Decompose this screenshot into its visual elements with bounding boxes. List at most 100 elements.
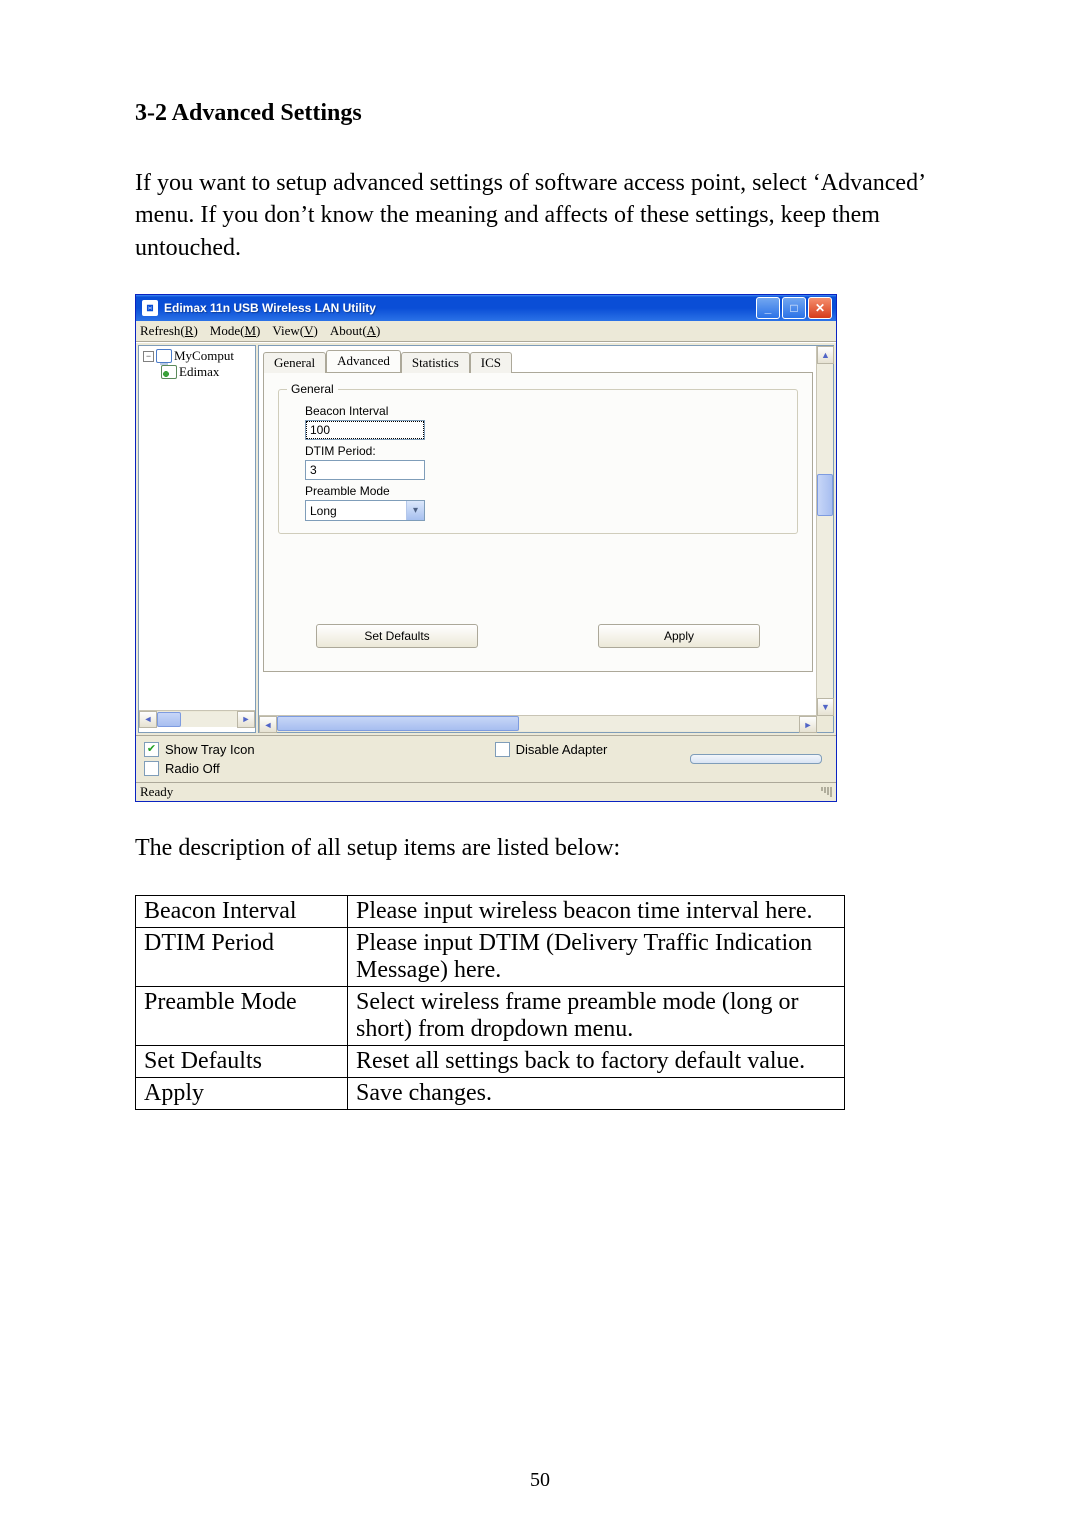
signal-bar <box>690 754 822 764</box>
cell-desc: Select wireless frame preamble mode (lon… <box>348 986 845 1045</box>
bottom-panel: ✔ Show Tray Icon Radio Off Disable Adapt… <box>136 735 836 782</box>
groupbox-general: General Beacon Interval DTIM Period: Pre… <box>278 389 798 534</box>
app-icon: ⧈ <box>142 300 158 316</box>
table-row: Apply Save changes. <box>136 1077 845 1109</box>
scrollbar-corner <box>817 716 833 732</box>
maximize-button[interactable]: □ <box>782 297 806 319</box>
tree-root-label: MyComput <box>174 348 234 364</box>
cell-name: DTIM Period <box>136 927 348 986</box>
tree-child-label: Edimax <box>179 364 219 380</box>
tree-h-scrollbar[interactable]: ◄ ► <box>139 710 255 727</box>
radio-off-checkbox[interactable]: Radio Off <box>144 761 255 776</box>
cell-desc: Please input wireless beacon time interv… <box>348 895 845 927</box>
disable-adapter-label: Disable Adapter <box>516 742 608 757</box>
menu-refresh[interactable]: Refresh(R) <box>140 323 198 339</box>
status-text: Ready <box>140 784 173 800</box>
page-number: 50 <box>0 1469 1080 1492</box>
resize-grip-icon[interactable] <box>821 787 832 797</box>
table-row: Beacon Interval Please input wireless be… <box>136 895 845 927</box>
checkbox-unchecked-icon <box>495 742 510 757</box>
adapter-icon <box>161 365 177 379</box>
tab-ics[interactable]: ICS <box>470 352 512 373</box>
content-vscroll-thumb[interactable] <box>817 474 833 516</box>
show-tray-checkbox[interactable]: ✔ Show Tray Icon <box>144 742 255 757</box>
menu-about[interactable]: About(A) <box>330 323 381 339</box>
window-title: Edimax 11n USB Wireless LAN Utility <box>164 301 756 315</box>
scroll-left-icon[interactable]: ◄ <box>139 711 157 728</box>
tab-area: General Advanced Statistics ICS General … <box>259 346 833 732</box>
tree-collapse-icon[interactable]: − <box>143 351 154 362</box>
dtim-label: DTIM Period: <box>305 444 785 458</box>
minimize-icon: _ <box>765 301 772 315</box>
scroll-down-icon[interactable]: ▼ <box>817 698 834 716</box>
tree-pane: − MyComput Edimax ◄ <box>138 345 256 733</box>
dtim-period-input[interactable] <box>305 460 425 480</box>
button-row: Set Defaults Apply <box>278 624 798 648</box>
content-vscroll-track[interactable] <box>817 364 833 698</box>
table-row: DTIM Period Please input DTIM (Delivery … <box>136 927 845 986</box>
tab-body: General Beacon Interval DTIM Period: Pre… <box>263 372 813 672</box>
tree-root-row[interactable]: − MyComput <box>143 348 253 364</box>
section-heading: 3-2 Advanced Settings <box>135 100 945 127</box>
show-tray-label: Show Tray Icon <box>165 742 255 757</box>
tab-strip: General Advanced Statistics ICS <box>263 350 813 372</box>
menu-bar: Refresh(R) Mode(M) View(V) About(A) <box>136 321 836 342</box>
table-row: Set Defaults Reset all settings back to … <box>136 1045 845 1077</box>
disable-adapter-checkbox[interactable]: Disable Adapter <box>495 742 608 757</box>
title-bar[interactable]: ⧈ Edimax 11n USB Wireless LAN Utility _ … <box>136 295 836 321</box>
maximize-icon: □ <box>790 301 797 315</box>
tree-children: Edimax <box>143 364 253 380</box>
status-bar: Ready <box>136 782 836 801</box>
right-check-column: Disable Adapter <box>495 742 608 757</box>
apply-button[interactable]: Apply <box>598 624 760 648</box>
cell-desc: Save changes. <box>348 1077 845 1109</box>
post-paragraph: The description of all setup items are l… <box>135 832 945 864</box>
cell-name: Beacon Interval <box>136 895 348 927</box>
intro-paragraph: If you want to setup advanced settings o… <box>135 167 945 264</box>
content-scroll-left-icon[interactable]: ◄ <box>259 716 277 733</box>
scroll-right-icon[interactable]: ► <box>237 711 255 728</box>
menu-view[interactable]: View(V) <box>272 323 317 339</box>
table-row: Preamble Mode Select wireless frame prea… <box>136 986 845 1045</box>
titlebar-buttons: _ □ ✕ <box>756 297 832 319</box>
tab-general[interactable]: General <box>263 352 326 373</box>
tree-scroll-thumb[interactable] <box>157 712 181 727</box>
cell-name: Apply <box>136 1077 348 1109</box>
cell-name: Set Defaults <box>136 1045 348 1077</box>
client-area: − MyComput Edimax ◄ <box>136 342 836 735</box>
preamble-label: Preamble Mode <box>305 484 785 498</box>
menu-mode[interactable]: Mode(M) <box>210 323 261 339</box>
set-defaults-button[interactable]: Set Defaults <box>316 624 478 648</box>
minimize-button[interactable]: _ <box>756 297 780 319</box>
checkbox-checked-icon: ✔ <box>144 742 159 757</box>
content-h-scrollbar[interactable]: ◄ ► <box>259 715 817 732</box>
content-v-scrollbar[interactable]: ▲ ▼ <box>816 346 833 716</box>
document-page: 3-2 Advanced Settings If you want to set… <box>0 0 1080 1527</box>
close-button[interactable]: ✕ <box>808 297 832 319</box>
description-table: Beacon Interval Please input wireless be… <box>135 895 845 1110</box>
app-window: ⧈ Edimax 11n USB Wireless LAN Utility _ … <box>135 294 837 802</box>
beacon-label: Beacon Interval <box>305 404 785 418</box>
tree-inner: − MyComput Edimax <box>139 346 255 710</box>
tree-scroll-track[interactable] <box>157 712 237 727</box>
close-icon: ✕ <box>815 301 825 315</box>
cell-name: Preamble Mode <box>136 986 348 1045</box>
preamble-mode-value: Long <box>306 504 341 518</box>
scroll-up-icon[interactable]: ▲ <box>817 346 834 364</box>
cell-desc: Please input DTIM (Delivery Traffic Indi… <box>348 927 845 986</box>
checkbox-unchecked-icon <box>144 761 159 776</box>
tab-advanced[interactable]: Advanced <box>326 350 401 372</box>
content-hscroll-thumb[interactable] <box>277 716 519 731</box>
tab-statistics[interactable]: Statistics <box>401 352 470 373</box>
content-hscroll-track[interactable] <box>277 716 799 731</box>
chevron-down-icon[interactable]: ▾ <box>406 501 424 520</box>
radio-off-label: Radio Off <box>165 761 220 776</box>
preamble-mode-select[interactable]: Long ▾ <box>305 500 425 521</box>
beacon-interval-input[interactable] <box>305 420 425 440</box>
groupbox-legend: General <box>287 382 338 396</box>
computer-icon <box>156 349 172 363</box>
tree-child-row[interactable]: Edimax <box>161 364 253 380</box>
content-scroll-right-icon[interactable]: ► <box>799 716 817 733</box>
left-check-column: ✔ Show Tray Icon Radio Off <box>144 742 255 776</box>
cell-desc: Reset all settings back to factory defau… <box>348 1045 845 1077</box>
